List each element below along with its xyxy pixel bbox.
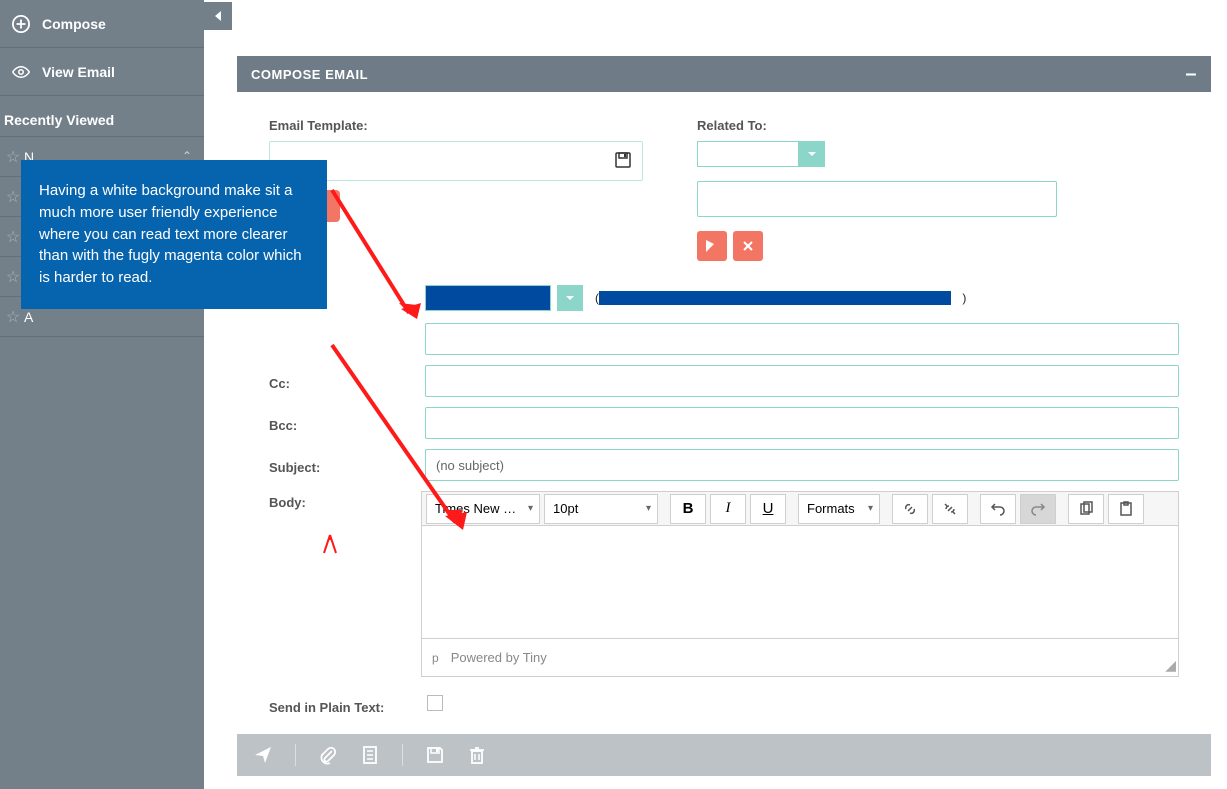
trash-icon[interactable] <box>467 745 487 765</box>
editor-path: p <box>432 651 439 665</box>
related-to-label: Related To: <box>697 118 1179 133</box>
sidebar-compose-label: Compose <box>42 16 106 32</box>
redacted-text <box>599 291 951 305</box>
paste-button[interactable] <box>1108 494 1144 524</box>
sidebar: Compose View Email Recently Viewed ☆ N ⌃… <box>0 0 204 789</box>
action-bar <box>237 734 1211 776</box>
from-dropdown-button[interactable] <box>557 285 583 311</box>
editor-body[interactable] <box>422 526 1178 638</box>
powered-by-label: Powered by Tiny <box>451 650 547 665</box>
document-icon[interactable] <box>360 745 380 765</box>
related-select-button[interactable] <box>697 231 727 261</box>
recently-viewed-title: Recently Viewed <box>0 96 204 137</box>
separator <box>295 744 296 766</box>
panel-collapse-icon[interactable]: – <box>1185 63 1197 86</box>
sidebar-view-email[interactable]: View Email <box>0 48 204 96</box>
annotation-arrow <box>327 340 477 540</box>
sidebar-view-label: View Email <box>42 64 115 80</box>
unlink-button[interactable] <box>932 494 968 524</box>
tooltip-text: Having a white background make sit a muc… <box>39 182 302 286</box>
from-hint: ( ) <box>595 291 966 305</box>
related-to-record-input[interactable] <box>697 181 1057 217</box>
email-template-label: Email Template: <box>269 118 697 133</box>
eye-icon <box>12 63 30 81</box>
redo-button[interactable] <box>1020 494 1056 524</box>
plain-text-checkbox[interactable] <box>427 695 443 711</box>
related-remove-button[interactable] <box>733 231 763 261</box>
plain-text-label: Send in Plain Text: <box>269 696 427 715</box>
rich-text-editor: Times New … 10pt B I U Formats <box>421 491 1179 677</box>
underline-button[interactable]: U <box>750 494 786 524</box>
annotation-tooltip: Having a white background make sit a muc… <box>21 160 327 309</box>
editor-toolbar: Times New … 10pt B I U Formats <box>422 492 1178 526</box>
to-input[interactable] <box>425 323 1179 355</box>
undo-button[interactable] <box>980 494 1016 524</box>
link-button[interactable] <box>892 494 928 524</box>
italic-button[interactable]: I <box>710 494 746 524</box>
copy-button[interactable] <box>1068 494 1104 524</box>
annotation-arrow <box>327 185 427 335</box>
related-to-module-select[interactable] <box>697 141 799 167</box>
plus-circle-icon <box>12 15 30 33</box>
bcc-input[interactable] <box>425 407 1179 439</box>
send-icon[interactable] <box>253 745 273 765</box>
related-to-dropdown-button[interactable] <box>799 141 825 167</box>
formats-select[interactable]: Formats <box>798 494 880 524</box>
save-template-icon[interactable] <box>615 152 633 170</box>
sidebar-collapse-button[interactable] <box>204 2 232 30</box>
recently-viewed-label: A <box>24 309 33 325</box>
panel-header: COMPOSE EMAIL – <box>237 56 1211 92</box>
panel-title: COMPOSE EMAIL <box>251 67 368 82</box>
resize-handle-icon[interactable]: ◢ <box>1165 657 1176 674</box>
attachment-icon[interactable] <box>318 745 338 765</box>
sidebar-compose[interactable]: Compose <box>0 0 204 48</box>
star-icon[interactable]: ☆ <box>2 307 24 327</box>
subject-input[interactable] <box>425 449 1179 481</box>
bold-button[interactable]: B <box>670 494 706 524</box>
separator <box>402 744 403 766</box>
font-size-select[interactable]: 10pt <box>544 494 658 524</box>
editor-footer: p Powered by Tiny ◢ <box>422 638 1178 676</box>
cc-input[interactable] <box>425 365 1179 397</box>
from-select[interactable] <box>425 285 551 311</box>
annotation-marker-icon <box>318 533 342 557</box>
save-draft-icon[interactable] <box>425 745 445 765</box>
